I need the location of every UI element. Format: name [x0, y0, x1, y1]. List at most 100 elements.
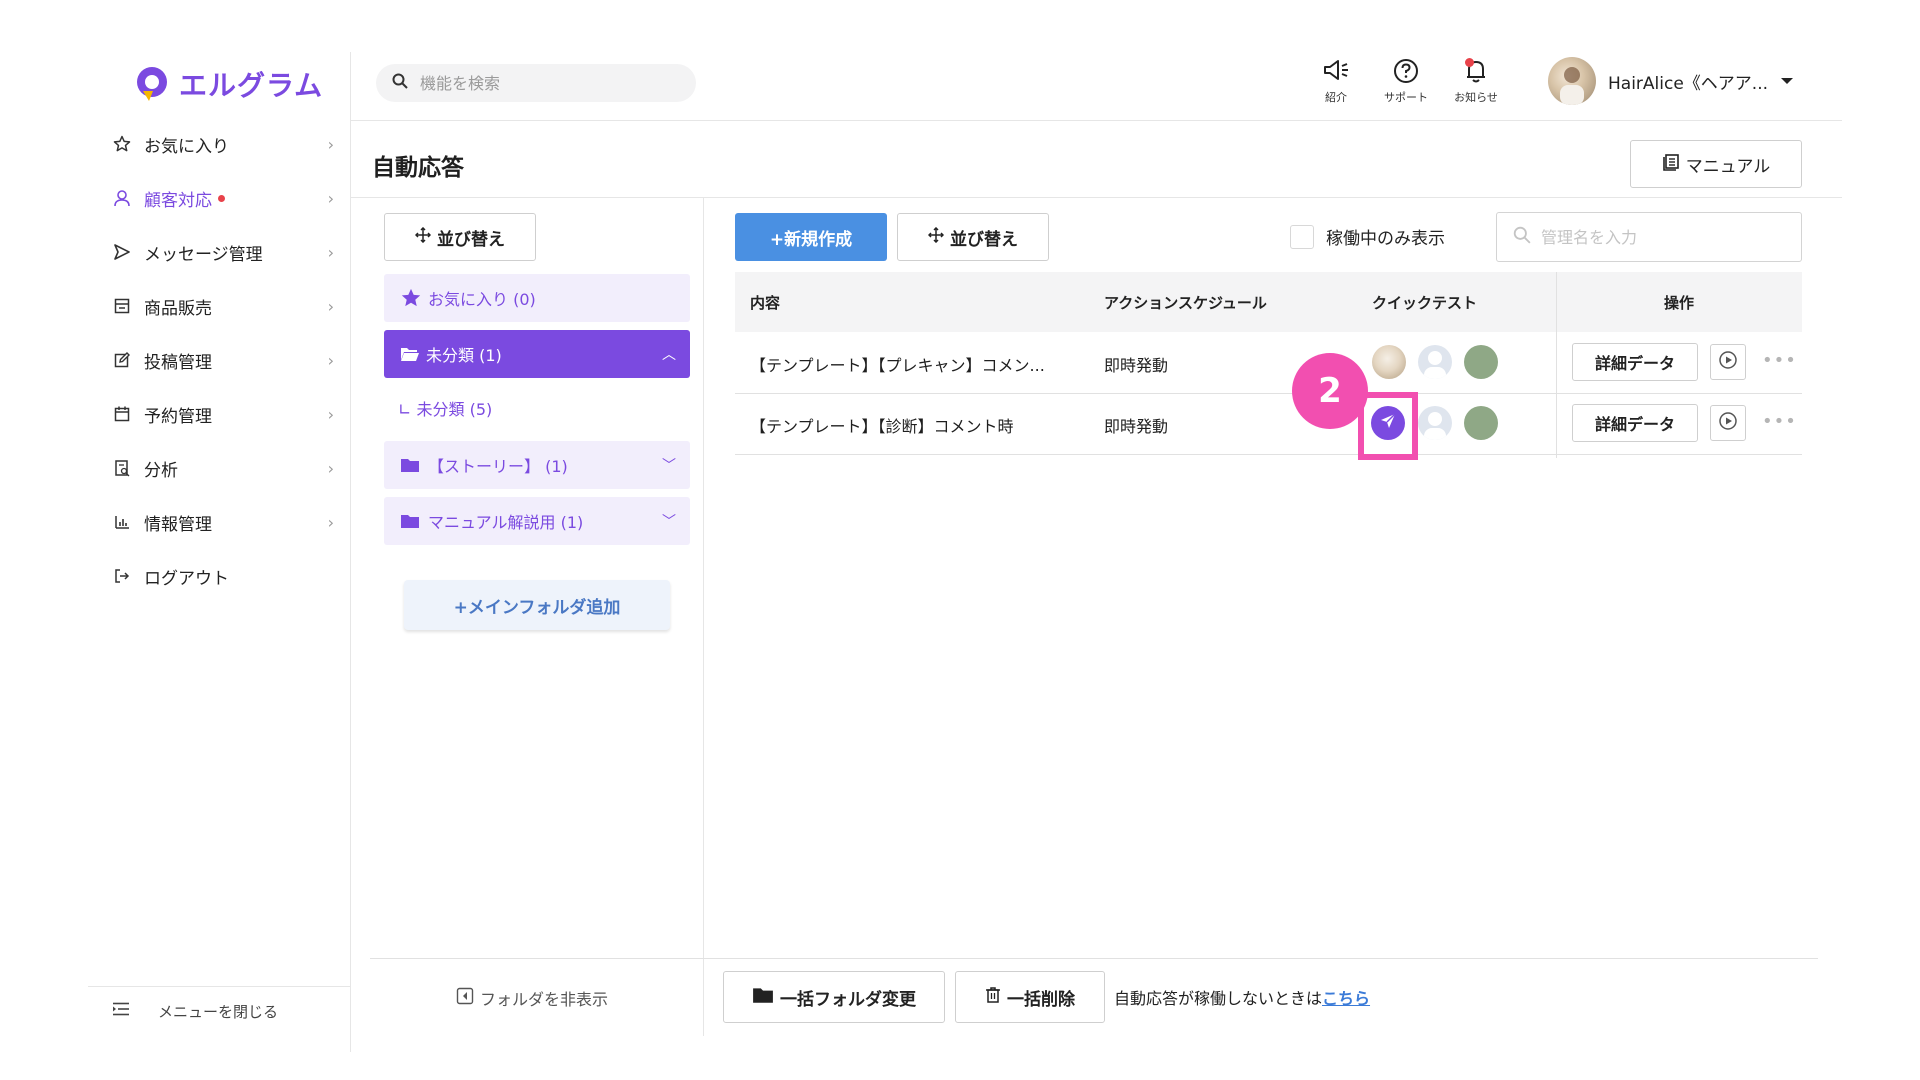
sidebar-item-favorites[interactable]: お気に入り ›: [88, 126, 344, 162]
feature-search[interactable]: [376, 64, 696, 102]
megaphone-icon: [1322, 58, 1350, 87]
folder-manual[interactable]: マニュアル解説用 (1) ﹀: [384, 497, 690, 545]
sidebar-item-messages[interactable]: メッセージ管理 ›: [88, 234, 344, 270]
subfolder-uncategorized[interactable]: ∟ 未分類 (5): [398, 396, 492, 420]
folder-label: 【ストーリー】 (1): [428, 457, 568, 476]
referral-label: 紹介: [1325, 91, 1347, 104]
name-search[interactable]: [1496, 212, 1802, 262]
add-main-folder-button[interactable]: +メインフォルダ追加: [404, 580, 670, 630]
row1-detail-button[interactable]: 詳細データ: [1572, 343, 1698, 381]
send-icon: [108, 243, 136, 261]
header-notifications[interactable]: お知らせ: [1446, 58, 1506, 105]
sidebar-label: 分析: [144, 460, 178, 481]
chevron-right-icon: ›: [327, 350, 334, 370]
sidebar-item-reservations[interactable]: 予約管理 ›: [88, 396, 344, 432]
row1-schedule: 即時発動: [1104, 356, 1169, 375]
folder-favorites[interactable]: お気に入り (0): [384, 274, 690, 322]
sidebar-label: お気に入り: [144, 136, 229, 157]
sidebar-item-analytics[interactable]: 分析 ›: [88, 450, 344, 486]
row-divider: [735, 393, 1802, 394]
collapse-left-icon: [456, 987, 474, 1009]
caret-down-icon: [1780, 71, 1794, 91]
folder-uncategorized[interactable]: 未分類 (1) ︿: [384, 330, 690, 378]
hide-folder-button[interactable]: フォルダを非表示: [456, 986, 608, 1010]
close-menu-button[interactable]: メニューを閉じる: [112, 998, 278, 1024]
user-menu[interactable]: HairAlice《ヘアア...: [1548, 57, 1794, 105]
name-search-input[interactable]: [1541, 227, 1781, 247]
logo-icon: [133, 65, 171, 103]
manual-button[interactable]: マニュアル: [1630, 140, 1802, 188]
quicktest-green-avatar[interactable]: [1464, 406, 1498, 440]
chevron-right-icon: ›: [327, 512, 334, 532]
quicktest-blank-avatar[interactable]: [1418, 345, 1452, 379]
active-only-filter[interactable]: 稼働中のみ表示: [1290, 224, 1445, 249]
search-input[interactable]: [420, 73, 670, 93]
calendar-icon: [108, 405, 136, 423]
sidebar-label: 投稿管理: [144, 352, 212, 373]
col-schedule: アクションスケジュール: [1104, 294, 1267, 312]
notifications-label: お知らせ: [1454, 91, 1498, 104]
store-icon: [108, 297, 136, 315]
sidebar-item-customer[interactable]: 顧客対応 ›: [88, 180, 344, 216]
quicktest-green-avatar[interactable]: [1464, 345, 1498, 379]
col-quicktest: クイックテスト: [1372, 294, 1478, 312]
folder-icon: [400, 457, 420, 473]
header-referral[interactable]: 紹介: [1306, 58, 1366, 105]
sidebar-divider: [350, 52, 351, 1052]
help-circle-icon: [1392, 58, 1420, 87]
folder-open-icon: [400, 346, 420, 362]
sidebar-item-info[interactable]: 情報管理 ›: [88, 504, 344, 540]
row1-play-button[interactable]: [1710, 344, 1746, 380]
column-separator: [1556, 272, 1557, 458]
menu-collapse-icon: [112, 1002, 130, 1020]
chevron-right-icon: ›: [327, 134, 334, 154]
row2-detail-button[interactable]: 詳細データ: [1572, 404, 1698, 442]
bulk-folder-change-button[interactable]: 一括フォルダ変更: [723, 971, 945, 1023]
close-menu-label: メニューを閉じる: [158, 1002, 279, 1021]
active-only-checkbox[interactable]: [1290, 224, 1314, 249]
bar-chart-icon: [108, 513, 136, 531]
sidebar-item-posts[interactable]: 投稿管理 ›: [88, 342, 344, 378]
page-title: 自動応答: [372, 155, 464, 181]
row1-more-icon[interactable]: •••: [1762, 350, 1797, 371]
quicktest-blank-avatar[interactable]: [1418, 406, 1452, 440]
bottom-divider: [370, 958, 1818, 959]
play-circle-icon: [1718, 411, 1738, 435]
row2-play-button[interactable]: [1710, 405, 1746, 441]
bulk-delete-button[interactable]: 一括削除: [955, 971, 1105, 1023]
header-support[interactable]: サポート: [1376, 58, 1436, 105]
list-sort-button[interactable]: 並び替え: [897, 213, 1049, 261]
chevron-down-icon: ﹀: [662, 514, 676, 530]
move-icon: [414, 226, 432, 248]
sidebar-label: 顧客対応: [144, 190, 212, 211]
chevron-up-icon: ︿: [662, 347, 676, 363]
help-link[interactable]: こちら: [1322, 989, 1370, 1008]
search-icon: [392, 73, 408, 93]
step-badge: 2: [1292, 353, 1368, 429]
brand-logo[interactable]: エルグラム: [133, 62, 323, 106]
chevron-right-icon: ›: [327, 458, 334, 478]
edit-icon: [108, 351, 136, 369]
search-icon: [1513, 226, 1531, 248]
folder-icon: [400, 513, 420, 529]
row-divider: [735, 454, 1802, 455]
folder-story[interactable]: 【ストーリー】 (1) ﹀: [384, 441, 690, 489]
sidebar-item-sales[interactable]: 商品販売 ›: [88, 288, 344, 324]
folder-label: マニュアル解説用 (1): [428, 513, 584, 532]
chevron-right-icon: ›: [327, 242, 334, 262]
title-divider: [350, 197, 1842, 198]
bulk-folder-label: 一括フォルダ変更: [780, 989, 916, 1010]
row2-content[interactable]: 【テンプレート】【診断】コメント時: [750, 413, 1014, 437]
folder-sort-button[interactable]: 並び替え: [384, 213, 536, 261]
support-label: サポート: [1384, 91, 1428, 104]
col-actions: 操作: [1664, 294, 1695, 312]
header-divider: [350, 120, 1842, 121]
row2-more-icon[interactable]: •••: [1762, 411, 1797, 432]
sidebar-item-logout[interactable]: ログアウト: [88, 558, 344, 594]
active-only-label: 稼働中のみ表示: [1326, 229, 1445, 249]
sidebar-label: 予約管理: [144, 406, 212, 427]
user-icon: [108, 189, 136, 207]
row1-content[interactable]: 【テンプレート】【プレキャン】コメン...: [750, 352, 1045, 376]
new-create-button[interactable]: +新規作成: [735, 213, 887, 261]
quicktest-account-avatar[interactable]: [1372, 345, 1406, 379]
